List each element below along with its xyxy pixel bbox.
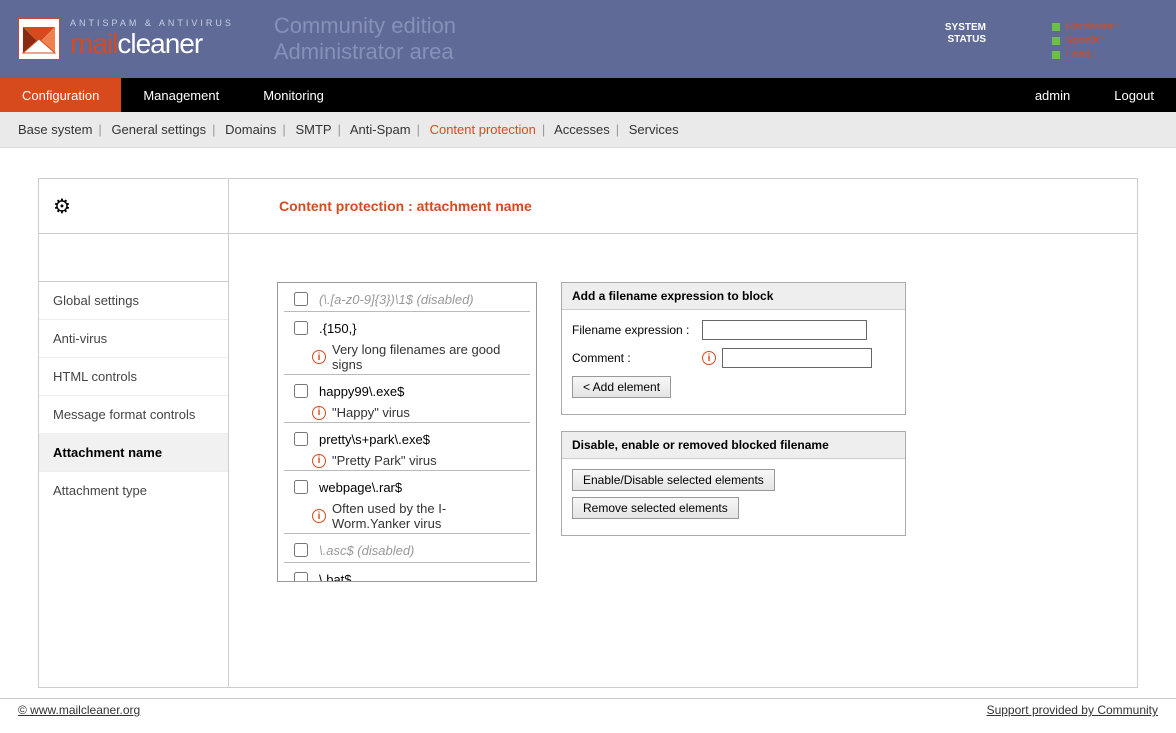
warning-icon: i [312, 454, 326, 468]
nav-configuration[interactable]: Configuration [0, 78, 121, 112]
gear-icon: ⚙ [53, 194, 71, 219]
side-settings-icon: ⚙ [39, 179, 228, 234]
toggle-enable-button[interactable]: Enable/Disable selected elements [572, 469, 775, 491]
add-expression-title: Add a filename expression to block [562, 283, 905, 310]
side-global-settings[interactable]: Global settings [39, 282, 228, 320]
label-filename-expression: Filename expression : [572, 323, 702, 337]
input-filename-expression[interactable] [702, 320, 867, 340]
list-item[interactable]: \.asc$ (disabled) [284, 536, 530, 563]
subnav-content-protection[interactable]: Content protection [430, 122, 536, 137]
label-comment: Comment : [572, 351, 702, 365]
list-item[interactable]: webpage\.rar$ iOften used by the I-Worm.… [284, 473, 530, 534]
list-checkbox[interactable] [294, 543, 308, 557]
nav-logout[interactable]: Logout [1092, 78, 1176, 112]
list-checkbox[interactable] [294, 384, 308, 398]
status-square-icon [1052, 23, 1060, 31]
main-panel: ⚙ Global settings Anti-virus HTML contro… [38, 178, 1138, 688]
warning-icon: i [312, 509, 326, 523]
list-checkbox[interactable] [294, 432, 308, 446]
app-header: ANTISPAM & ANTIVIRUS mailcleaner Communi… [0, 0, 1176, 78]
list-checkbox[interactable] [294, 480, 308, 494]
warning-icon: i [312, 406, 326, 420]
page-title: Content protection : attachment name [229, 179, 1137, 234]
side-anti-virus[interactable]: Anti-virus [39, 320, 228, 358]
subnav-anti-spam[interactable]: Anti-Spam [350, 122, 411, 137]
footer-left-link[interactable]: © www.mailcleaner.org [18, 703, 140, 717]
side-html-controls[interactable]: HTML controls [39, 358, 228, 396]
system-status-label: SYSTEM STATUS [945, 22, 986, 46]
edition-label: Community edition Administrator area [274, 13, 456, 65]
manage-expression-box: Disable, enable or removed blocked filen… [561, 431, 906, 536]
brand-name: mailcleaner [70, 28, 234, 60]
footer: © www.mailcleaner.org Support provided b… [0, 698, 1176, 721]
system-status-list: Hardware :healthy Spools :low Load :low [1052, 20, 1158, 62]
brand-text: ANTISPAM & ANTIVIRUS mailcleaner [70, 18, 234, 60]
remove-selected-button[interactable]: Remove selected elements [572, 497, 739, 519]
side-message-format[interactable]: Message format controls [39, 396, 228, 434]
sub-nav: Base system| General settings| Domains| … [0, 112, 1176, 148]
status-square-icon [1052, 51, 1060, 59]
content-area: Content protection : attachment name (\.… [229, 179, 1137, 687]
input-comment[interactable] [722, 348, 872, 368]
add-expression-box: Add a filename expression to block Filen… [561, 282, 906, 415]
subnav-domains[interactable]: Domains [225, 122, 276, 137]
warning-icon: i [702, 351, 716, 365]
nav-user[interactable]: admin [1013, 78, 1092, 112]
manage-expression-title: Disable, enable or removed blocked filen… [562, 432, 905, 459]
list-checkbox[interactable] [294, 321, 308, 335]
list-item[interactable]: (\.[a-z0-9]{3})\1$ (disabled) [284, 285, 530, 312]
subnav-services[interactable]: Services [629, 122, 679, 137]
brand-tagline: ANTISPAM & ANTIVIRUS [70, 18, 234, 28]
subnav-base-system[interactable]: Base system [18, 122, 92, 137]
add-element-button[interactable]: < Add element [572, 376, 671, 398]
logo [18, 18, 60, 60]
list-item[interactable]: happy99\.exe$ i"Happy" virus [284, 377, 530, 423]
list-item[interactable]: \.bat$ [284, 565, 530, 582]
top-nav: Configuration Management Monitoring admi… [0, 78, 1176, 112]
list-checkbox[interactable] [294, 292, 308, 306]
filename-expression-list[interactable]: (\.[a-z0-9]{3})\1$ (disabled) .{150,} iV… [277, 282, 537, 582]
subnav-smtp[interactable]: SMTP [295, 122, 331, 137]
list-item[interactable]: pretty\s+park\.exe$ i"Pretty Park" virus [284, 425, 530, 471]
nav-monitoring[interactable]: Monitoring [241, 78, 346, 112]
side-attachment-name[interactable]: Attachment name [39, 434, 228, 472]
side-attachment-type[interactable]: Attachment type [39, 472, 228, 509]
footer-right-link[interactable]: Support provided by Community [987, 703, 1158, 717]
list-item[interactable]: .{150,} iVery long filenames are good si… [284, 314, 530, 375]
subnav-accesses[interactable]: Accesses [554, 122, 610, 137]
nav-management[interactable]: Management [121, 78, 241, 112]
subnav-general-settings[interactable]: General settings [111, 122, 206, 137]
list-checkbox[interactable] [294, 572, 308, 582]
status-square-icon [1052, 37, 1060, 45]
side-menu: ⚙ Global settings Anti-virus HTML contro… [39, 179, 229, 687]
warning-icon: i [312, 350, 326, 364]
